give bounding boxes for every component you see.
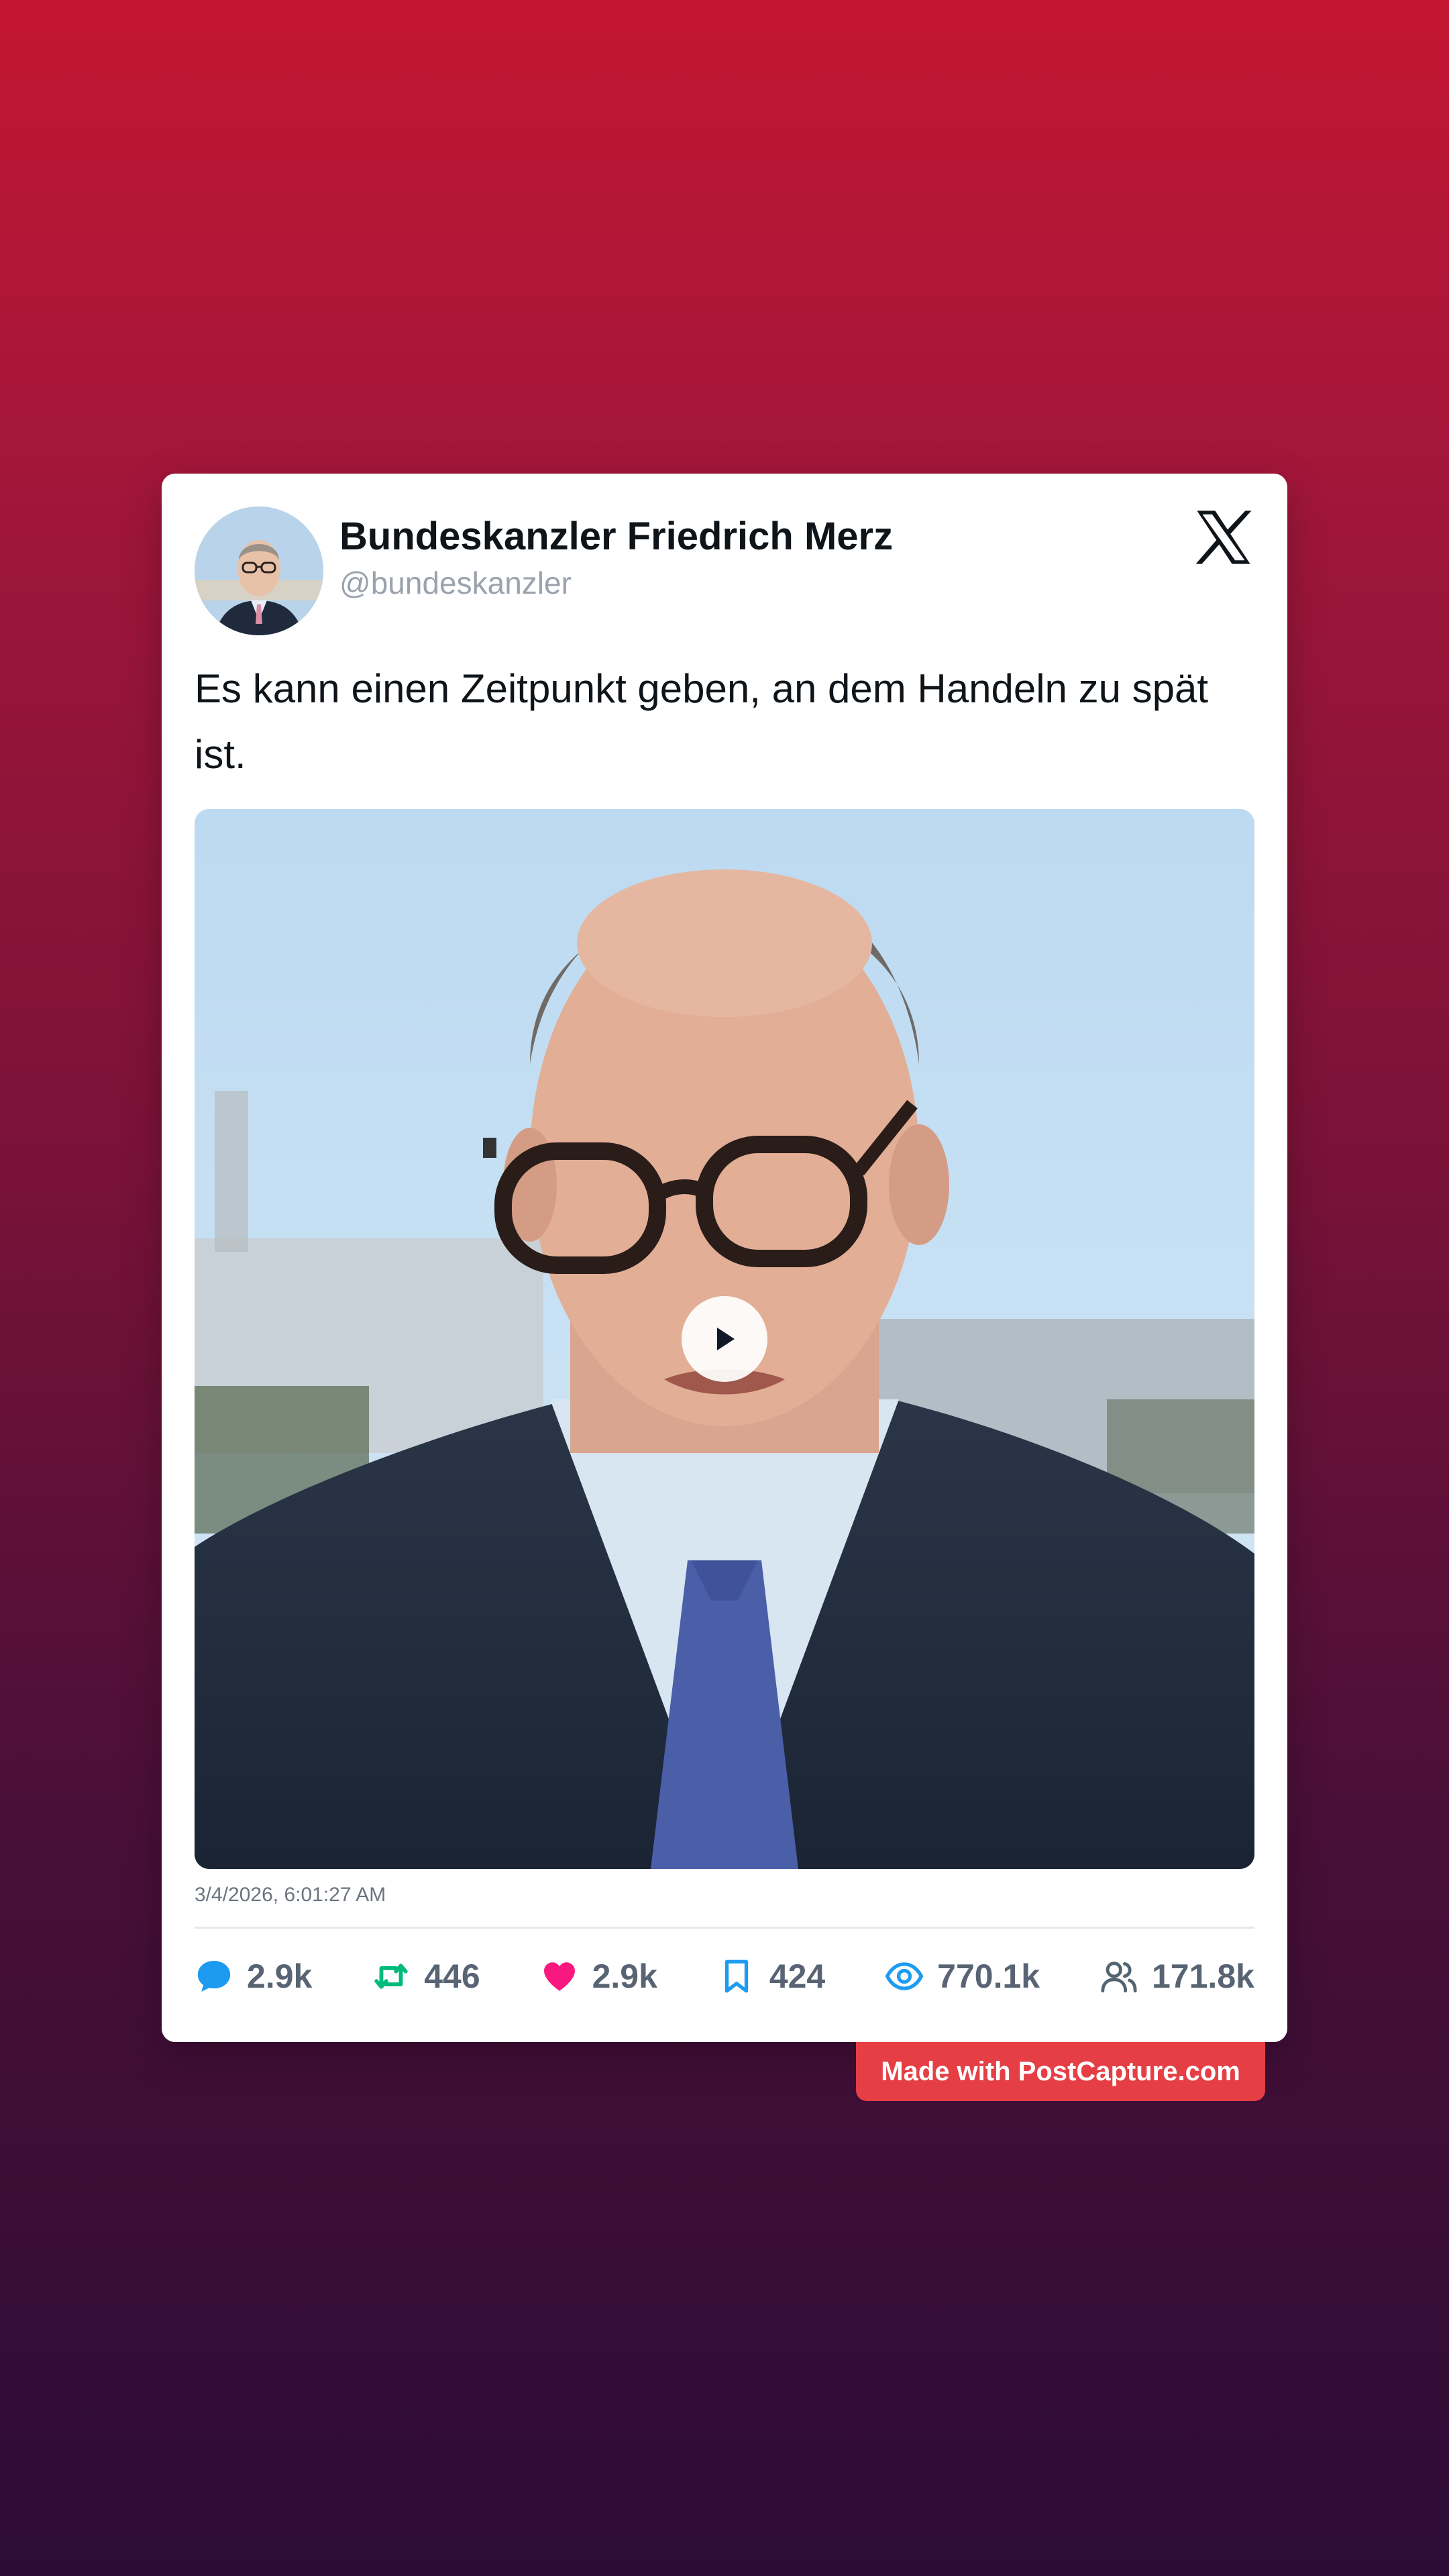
engagement-stats: 2.9k 446 2.9k 424 770.1k 171.8k xyxy=(195,1949,1254,2003)
eye-icon xyxy=(885,1962,924,1990)
post-card: Bundeskanzler Friedrich Merz @bundeskanz… xyxy=(162,474,1287,2042)
repost-icon xyxy=(374,1964,408,1989)
users-icon xyxy=(1101,1962,1137,1993)
views-count: 770.1k xyxy=(937,1957,1040,1995)
followers-stat[interactable]: 171.8k xyxy=(1099,1957,1254,1996)
views-stat[interactable]: 770.1k xyxy=(885,1957,1040,1996)
bookmark-count: 424 xyxy=(769,1957,826,1995)
bookmark-stat[interactable]: 424 xyxy=(717,1957,825,1996)
divider xyxy=(195,1927,1254,1929)
video-media[interactable] xyxy=(195,809,1254,1869)
repost-count: 446 xyxy=(424,1957,480,1995)
author-handle[interactable]: @bundeskanzler xyxy=(339,565,572,601)
like-stat[interactable]: 2.9k xyxy=(540,1957,657,1996)
post-timestamp: 3/4/2026, 6:01:27 AM xyxy=(195,1884,386,1906)
postcapture-watermark[interactable]: Made with PostCapture.com xyxy=(856,2042,1265,2101)
x-logo-icon[interactable] xyxy=(1193,507,1254,568)
comment-icon xyxy=(197,1961,231,1992)
reply-count: 2.9k xyxy=(247,1957,313,1995)
play-button[interactable] xyxy=(682,1296,767,1382)
followers-count: 171.8k xyxy=(1152,1957,1254,1995)
author-name[interactable]: Bundeskanzler Friedrich Merz xyxy=(339,514,893,559)
play-icon xyxy=(717,1328,735,1350)
reply-stat[interactable]: 2.9k xyxy=(195,1957,312,1996)
repost-stat[interactable]: 446 xyxy=(372,1957,480,1996)
avatar[interactable] xyxy=(195,506,323,635)
heart-icon xyxy=(543,1962,575,1991)
bookmark-icon xyxy=(724,1960,748,1993)
like-count: 2.9k xyxy=(592,1957,657,1995)
avatar-image xyxy=(195,506,323,635)
post-text: Es kann einen Zeitpunkt geben, an dem Ha… xyxy=(195,666,1209,777)
